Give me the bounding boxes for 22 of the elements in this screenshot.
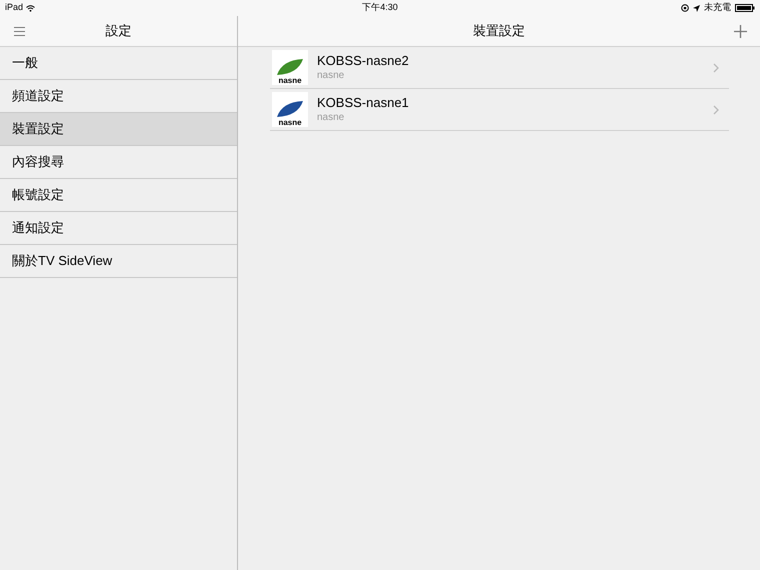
status-time: 下午4:30 — [362, 1, 398, 14]
page-title: 裝置設定 — [473, 22, 525, 40]
device-type: nasne — [317, 69, 346, 82]
device-name: KOBSS-nasne2 — [317, 53, 409, 69]
device-row[interactable]: nasne KOBSS-nasne2 nasne — [270, 47, 729, 89]
sidebar-item[interactable]: 裝置設定 — [0, 113, 237, 146]
sidebar-title: 設定 — [106, 22, 132, 40]
battery-icon — [735, 4, 755, 12]
add-icon[interactable] — [734, 24, 747, 38]
menu-icon[interactable] — [14, 26, 25, 36]
lock-rotation-icon — [681, 4, 689, 12]
chevron-right-icon — [713, 104, 719, 114]
device-row[interactable]: nasne KOBSS-nasne1 nasne — [270, 89, 729, 131]
charging-status: 未充電 — [704, 1, 731, 14]
logo-text: nasne — [278, 76, 302, 85]
chevron-right-icon — [713, 62, 719, 72]
logo-text: nasne — [278, 118, 302, 127]
device-name: KOBSS-nasne1 — [317, 95, 409, 111]
device-name: iPad — [5, 1, 24, 14]
location-arrow-icon — [693, 4, 700, 12]
device-type: nasne — [317, 111, 346, 124]
wifi-icon — [26, 4, 36, 12]
